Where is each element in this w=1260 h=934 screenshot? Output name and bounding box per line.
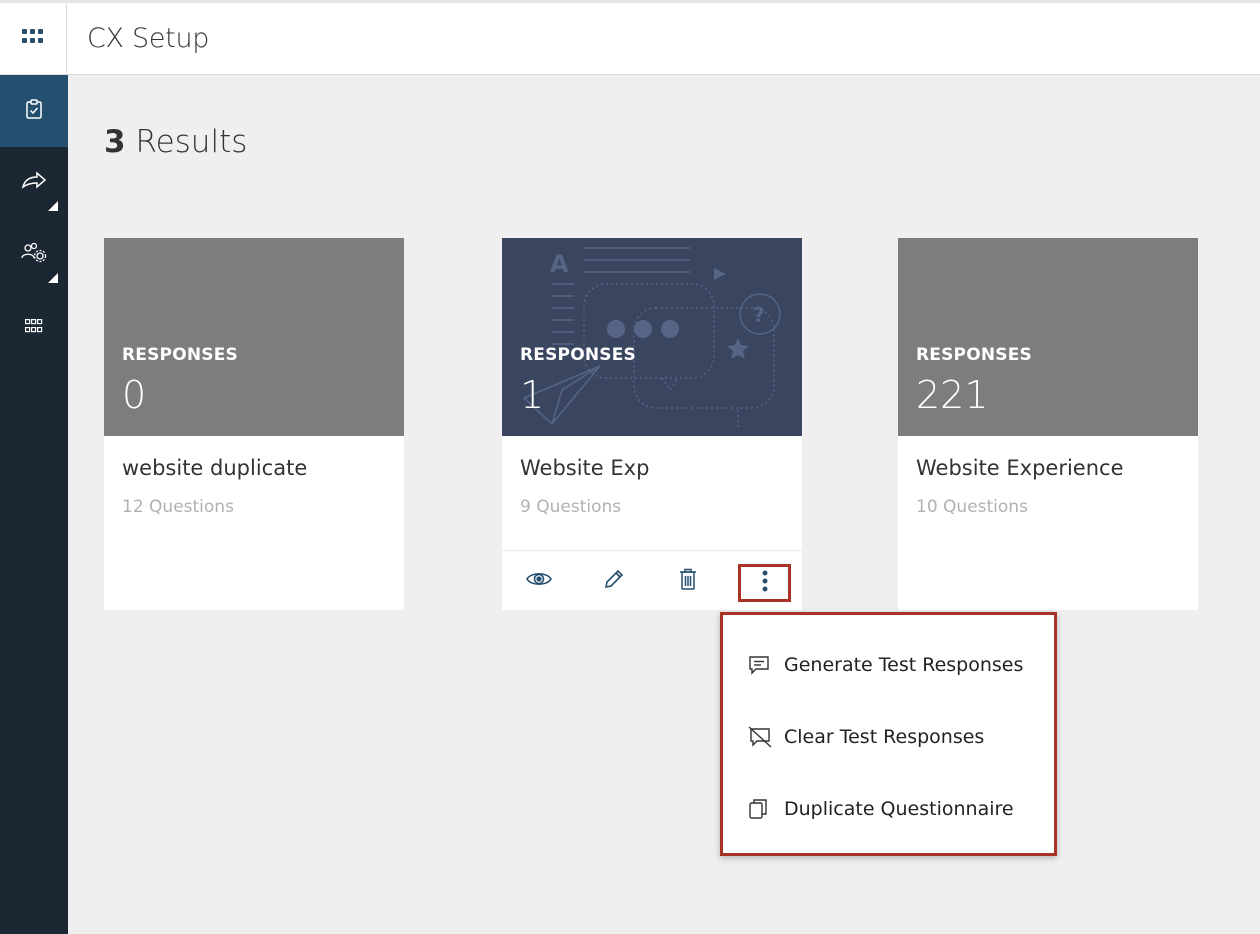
- menu-item-label: Duplicate Questionnaire: [784, 798, 1014, 820]
- question-count: 9 Questions: [520, 497, 622, 517]
- more-options-button[interactable]: [738, 564, 791, 602]
- responses-count: 1: [520, 373, 545, 417]
- page-title: CX Setup: [87, 23, 210, 54]
- card-header: RESPONSES 0: [104, 238, 404, 436]
- card-title: website duplicate: [122, 456, 308, 480]
- responses-label: RESPONSES: [122, 345, 238, 365]
- preview-button[interactable]: [522, 564, 556, 598]
- sidebar: [0, 75, 68, 934]
- eye-icon: [526, 570, 552, 592]
- sidebar-item-settings[interactable]: [0, 219, 68, 291]
- app-launcher-button[interactable]: [0, 3, 67, 75]
- message-off-icon: [748, 724, 774, 750]
- questionnaire-card[interactable]: A ? RESPONSES 1 Website Exp 9 Questions: [502, 238, 802, 610]
- question-count: 12 Questions: [122, 497, 234, 517]
- menu-item-label: Generate Test Responses: [784, 654, 1024, 676]
- svg-text:A: A: [550, 250, 569, 278]
- apps-grid-icon: [25, 318, 43, 337]
- results-count: 3: [104, 124, 126, 160]
- results-heading: 3 Results: [104, 124, 247, 160]
- copy-icon: [748, 796, 774, 822]
- responses-count: 0: [122, 373, 147, 417]
- card-actions: [502, 550, 802, 610]
- menu-item-duplicate-questionnaire[interactable]: Duplicate Questionnaire: [748, 791, 1014, 827]
- questionnaire-card[interactable]: RESPONSES 221 Website Experience 10 Ques…: [898, 238, 1198, 610]
- more-options-menu: Generate Test Responses Clear Test Respo…: [720, 612, 1057, 856]
- survey-illustration: A ?: [522, 247, 781, 428]
- menu-item-clear-test-responses[interactable]: Clear Test Responses: [748, 719, 984, 755]
- grid-icon: [22, 29, 44, 49]
- card-header: A ? RESPONSES 1: [502, 238, 802, 436]
- results-label: Results: [135, 124, 248, 160]
- trash-icon: [679, 568, 697, 594]
- card-title: Website Exp: [520, 456, 650, 480]
- svg-text:?: ?: [753, 303, 765, 327]
- message-icon: [748, 652, 774, 678]
- more-vertical-icon: [762, 570, 768, 596]
- edit-button[interactable]: [597, 564, 631, 598]
- sidebar-item-apps[interactable]: [0, 291, 68, 363]
- delete-button[interactable]: [671, 564, 705, 598]
- card-title: Website Experience: [916, 456, 1124, 480]
- menu-item-label: Clear Test Responses: [784, 726, 985, 748]
- responses-count: 221: [916, 373, 989, 417]
- menu-item-generate-test-responses[interactable]: Generate Test Responses: [748, 647, 1023, 683]
- clipboard-check-icon: [25, 99, 43, 123]
- submenu-indicator-icon: [48, 201, 58, 211]
- sidebar-item-distribution[interactable]: [0, 147, 68, 219]
- sidebar-item-questionnaires[interactable]: [0, 75, 68, 147]
- card-header: RESPONSES 221: [898, 238, 1198, 436]
- share-arrow-icon: [21, 171, 47, 195]
- responses-label: RESPONSES: [916, 345, 1032, 365]
- top-bar: CX Setup: [0, 0, 1260, 75]
- question-count: 10 Questions: [916, 497, 1028, 517]
- responses-label: RESPONSES: [520, 345, 636, 365]
- questionnaire-card[interactable]: RESPONSES 0 website duplicate 12 Questio…: [104, 238, 404, 610]
- pencil-icon: [603, 568, 625, 594]
- submenu-indicator-icon: [48, 273, 58, 283]
- users-gear-icon: [20, 242, 48, 268]
